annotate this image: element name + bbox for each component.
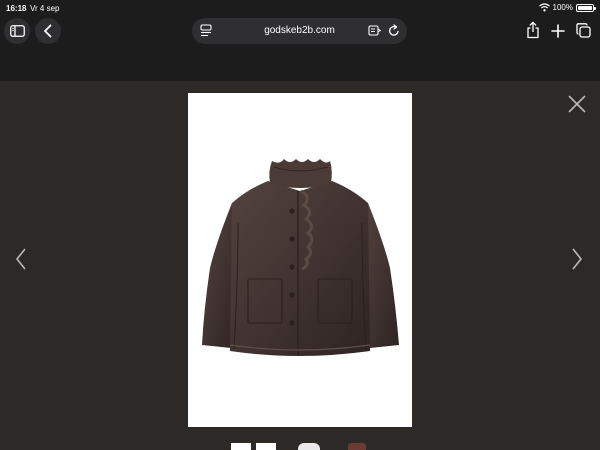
browser-toolbar: godskeb2b.com	[0, 16, 600, 46]
status-bar: 16:18 Vr 4 sep 100%	[0, 0, 600, 16]
chevron-left-icon	[44, 24, 52, 38]
leather-jacket-illustration	[202, 159, 399, 356]
address-bar[interactable]: godskeb2b.com	[192, 18, 407, 44]
reload-icon[interactable]	[388, 24, 400, 37]
thumbnail-3[interactable]	[298, 443, 320, 450]
reader-icon[interactable]	[368, 24, 381, 37]
chevron-left-icon[interactable]	[14, 247, 28, 271]
battery-percent: 100%	[552, 3, 573, 12]
plus-icon[interactable]	[551, 24, 565, 38]
sidebar-button[interactable]	[4, 18, 30, 44]
share-icon[interactable]	[526, 21, 540, 39]
thumbnail-2[interactable]	[256, 443, 276, 450]
battery-icon	[576, 3, 596, 12]
sidebar-icon	[9, 25, 25, 37]
image-lightbox	[0, 81, 600, 450]
back-button[interactable]	[35, 18, 61, 44]
tabs-icon[interactable]	[576, 23, 591, 38]
wifi-icon	[538, 3, 550, 12]
status-time: 16:18	[6, 4, 27, 13]
chevron-right-icon[interactable]	[570, 247, 584, 271]
product-image	[188, 93, 412, 427]
thumbnail-4[interactable]	[348, 443, 366, 450]
thumbnail-1[interactable]	[231, 443, 251, 450]
close-icon[interactable]	[566, 93, 588, 115]
page-header-strip	[0, 46, 600, 81]
status-right: 100%	[538, 3, 596, 12]
battery-level	[578, 5, 592, 10]
status-date: Vr 4 sep	[30, 4, 60, 13]
